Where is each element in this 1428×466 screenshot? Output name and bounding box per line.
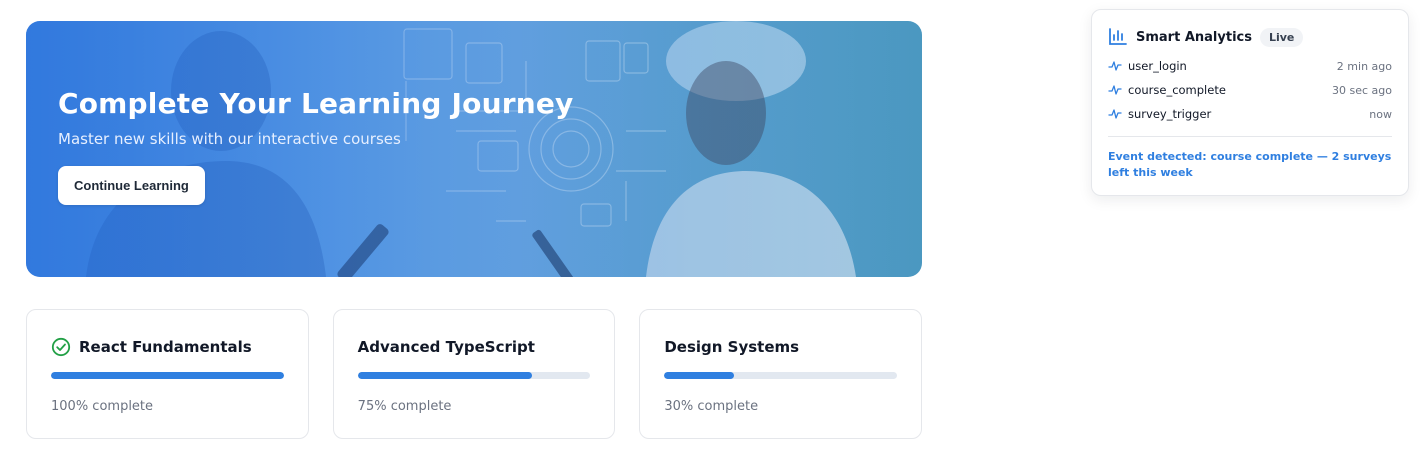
divider	[1108, 136, 1392, 137]
smart-analytics-panel: Smart Analytics Live user_login 2 min ag…	[1091, 9, 1409, 196]
live-badge: Live	[1259, 27, 1304, 47]
course-title: React Fundamentals	[79, 338, 252, 356]
progress-label: 75% complete	[357, 399, 452, 414]
event-row: survey_trigger now	[1108, 102, 1392, 126]
course-card-advanced-typescript[interactable]: Advanced TypeScript 75% complete	[332, 309, 616, 439]
course-card-header: React Fundamentals	[51, 336, 284, 358]
panel-header: Smart Analytics Live	[1108, 26, 1392, 48]
progress-fill	[357, 372, 533, 379]
hero-banner: Complete Your Learning Journey Master ne…	[26, 21, 922, 277]
panel-title: Smart Analytics	[1136, 29, 1252, 45]
course-card-react-fundamentals[interactable]: React Fundamentals 100% complete	[26, 309, 309, 439]
hero-content: Complete Your Learning Journey Master ne…	[58, 87, 574, 205]
event-list: user_login 2 min ago course_complete 30 …	[1108, 54, 1392, 126]
progress-bar	[664, 372, 898, 379]
progress-fill	[51, 372, 284, 379]
event-time: now	[1369, 107, 1392, 121]
event-name: course_complete	[1128, 83, 1226, 97]
continue-learning-button[interactable]: Continue Learning	[58, 166, 205, 205]
activity-icon	[1108, 61, 1122, 71]
progress-label: 30% complete	[664, 399, 759, 414]
event-time: 30 sec ago	[1332, 83, 1392, 97]
event-notice: Event detected: course complete — 2 surv…	[1108, 150, 1392, 179]
bar-chart-icon	[1109, 28, 1127, 45]
course-card-header: Design Systems	[664, 336, 897, 358]
course-cards: React Fundamentals 100% complete Advance…	[26, 309, 923, 439]
hero-title: Complete Your Learning Journey	[58, 87, 574, 120]
progress-bar	[51, 372, 284, 379]
progress-label: 100% complete	[51, 399, 154, 414]
event-row: user_login 2 min ago	[1108, 54, 1392, 78]
course-card-design-systems[interactable]: Design Systems 30% complete	[639, 309, 923, 439]
hero-subtitle: Master new skills with our interactive c…	[58, 130, 401, 148]
activity-icon	[1108, 109, 1122, 119]
event-row: course_complete 30 sec ago	[1108, 78, 1392, 102]
progress-fill	[664, 372, 735, 379]
check-circle-icon	[51, 337, 71, 357]
progress-bar	[357, 372, 591, 379]
course-title: Advanced TypeScript	[357, 338, 535, 356]
course-card-header: Advanced TypeScript	[358, 336, 591, 358]
activity-icon	[1108, 85, 1122, 95]
event-time: 2 min ago	[1336, 59, 1392, 73]
course-title: Design Systems	[664, 338, 800, 356]
event-name: user_login	[1128, 59, 1187, 73]
event-name: survey_trigger	[1128, 107, 1212, 121]
